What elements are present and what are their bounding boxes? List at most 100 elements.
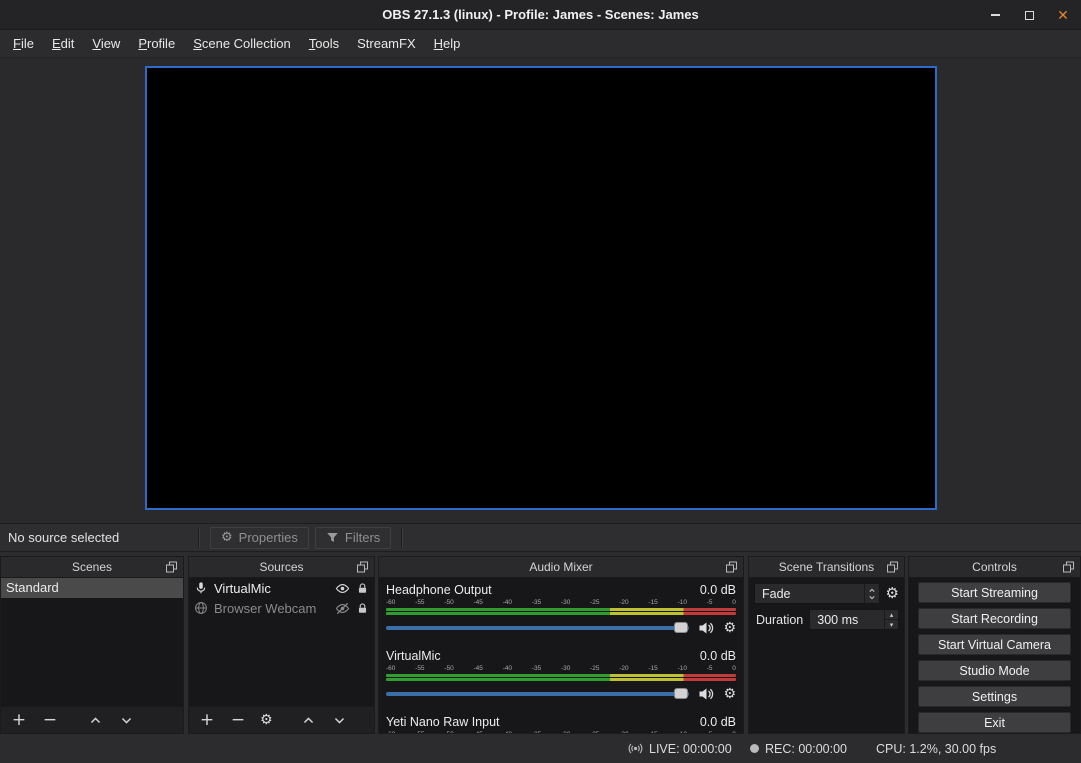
- start-recording-button[interactable]: Start Recording: [918, 608, 1071, 629]
- mixer-channel-name: VirtualMic: [386, 649, 441, 663]
- volume-slider-handle[interactable]: [674, 688, 688, 699]
- meter-tick-label: -55: [415, 599, 424, 607]
- sources-dock-header[interactable]: Sources: [189, 557, 374, 578]
- duration-label: Duration: [754, 613, 803, 627]
- combo-arrows-icon: [864, 584, 879, 603]
- duration-row: Duration 300 ms ▴ ▾: [754, 609, 899, 630]
- menu-file[interactable]: File: [4, 30, 43, 57]
- menu-profile[interactable]: Profile: [129, 30, 184, 57]
- popout-icon[interactable]: [887, 562, 898, 573]
- rec-status-group: REC: 00:00:00: [750, 734, 847, 763]
- live-icon: [628, 741, 643, 756]
- menu-view[interactable]: View: [83, 30, 129, 57]
- remove-scene-button[interactable]: −: [41, 711, 59, 729]
- source-up-button[interactable]: [300, 711, 318, 729]
- exit-button[interactable]: Exit: [918, 712, 1071, 733]
- titlebar[interactable]: OBS 27.1.3 (linux) - Profile: James - Sc…: [0, 0, 1081, 30]
- duration-spinbox[interactable]: 300 ms ▴ ▾: [809, 609, 899, 630]
- remove-source-button[interactable]: −: [229, 711, 247, 729]
- scene-row-standard[interactable]: Standard: [1, 578, 183, 598]
- menu-help[interactable]: Help: [425, 30, 470, 57]
- meter-tick-label: -35: [532, 665, 541, 673]
- meter-tick-label: -25: [590, 731, 599, 733]
- popout-icon[interactable]: [1063, 562, 1074, 573]
- meter-tick-label: -40: [503, 599, 512, 607]
- properties-label: Properties: [239, 530, 298, 545]
- mixer-channel-header: VirtualMic0.0 dB: [386, 648, 736, 664]
- meter-tick-label: -20: [619, 665, 628, 673]
- controls-dock: Controls Start StreamingStart RecordingS…: [908, 556, 1081, 734]
- source-row-virtualmic[interactable]: VirtualMic: [189, 578, 374, 598]
- volume-slider[interactable]: [386, 626, 689, 630]
- settings-button[interactable]: Settings: [918, 686, 1071, 707]
- controls-body: Start Streaming Start Recording Start Virt…: [909, 578, 1080, 733]
- scenes-dock-title: Scenes: [72, 560, 112, 574]
- meter-tick-label: -25: [590, 665, 599, 673]
- menu-streamfx[interactable]: StreamFX: [348, 30, 425, 57]
- controls-dock-header[interactable]: Controls: [909, 557, 1080, 578]
- meter-scale: -60-55-50-45-40-35-30-25-20-15-10-50: [386, 731, 736, 733]
- meter-tick-label: -5: [707, 731, 713, 733]
- audio-mixer-dock: Audio Mixer Headphone Output0.0 dB-60-55…: [378, 556, 744, 734]
- transition-select-row: Fade ⚙: [754, 583, 899, 604]
- close-button[interactable]: ✕: [1055, 0, 1071, 30]
- meter-bar: [386, 608, 736, 611]
- volume-slider[interactable]: [386, 692, 689, 696]
- maximize-button[interactable]: [1021, 0, 1037, 30]
- mixer-channel-virtualmic: VirtualMic0.0 dB-60-55-50-45-40-35-30-25…: [379, 644, 743, 705]
- scene-transitions-dock-header[interactable]: Scene Transitions: [749, 557, 904, 578]
- source-row-browser-webcam[interactable]: Browser Webcam: [189, 598, 374, 618]
- source-properties-button[interactable]: ⚙: [260, 713, 273, 727]
- menu-edit[interactable]: Edit: [43, 30, 83, 57]
- scene-transitions-body: Fade ⚙ Duration 300 ms ▴ ▾: [749, 578, 904, 733]
- menu-tools[interactable]: Tools: [300, 30, 348, 57]
- sources-dock-title: Sources: [259, 560, 303, 574]
- popout-icon[interactable]: [166, 562, 177, 573]
- popout-icon[interactable]: [726, 562, 737, 573]
- add-scene-button[interactable]: +: [10, 711, 28, 729]
- popout-icon[interactable]: [357, 562, 368, 573]
- studio-mode-button[interactable]: Studio Mode: [918, 660, 1071, 681]
- meter-tick-label: -15: [648, 599, 657, 607]
- meter-tick-label: -35: [532, 599, 541, 607]
- start-virtual-camera-button[interactable]: Start Virtual Camera: [918, 634, 1071, 655]
- audio-mixer-dock-header[interactable]: Audio Mixer: [379, 557, 743, 578]
- source-down-button[interactable]: [331, 711, 349, 729]
- mixer-channel-headphone-output: Headphone Output0.0 dB-60-55-50-45-40-35…: [379, 578, 743, 639]
- volume-meter: -60-55-50-45-40-35-30-25-20-15-10-50: [386, 599, 736, 615]
- lock-icon[interactable]: [356, 602, 369, 615]
- properties-button[interactable]: ⚙ Properties: [210, 527, 309, 549]
- eye-slash-icon[interactable]: [335, 601, 350, 616]
- volume-slider-handle[interactable]: [674, 622, 688, 633]
- speaker-icon[interactable]: [698, 686, 714, 702]
- docks-area: Scenes Standard + − Sources VirtualMicBr…: [0, 556, 1081, 734]
- meter-tick-label: -45: [473, 731, 482, 733]
- meter-tick-label: -60: [386, 731, 395, 733]
- scene-up-button[interactable]: [86, 711, 104, 729]
- eye-icon[interactable]: [335, 581, 350, 596]
- transition-properties-button[interactable]: ⚙: [886, 586, 899, 601]
- meter-tick-label: -10: [678, 665, 687, 673]
- menu-scene-collection[interactable]: Scene Collection: [184, 30, 300, 57]
- speaker-icon[interactable]: [698, 620, 714, 636]
- start-streaming-button[interactable]: Start Streaming: [918, 582, 1071, 603]
- scenes-dock-header[interactable]: Scenes: [1, 557, 183, 578]
- sources-toolbar: + − ⚙: [189, 706, 374, 733]
- filters-label: Filters: [345, 530, 380, 545]
- duration-up-button[interactable]: ▴: [885, 610, 898, 620]
- minimize-button[interactable]: [987, 0, 1003, 30]
- maximize-icon: [1025, 11, 1034, 20]
- transition-select[interactable]: Fade: [754, 583, 880, 604]
- scene-down-button[interactable]: [117, 711, 135, 729]
- lock-icon[interactable]: [356, 582, 369, 595]
- preview-canvas[interactable]: [145, 66, 937, 510]
- scene-transitions-dock-title: Scene Transitions: [779, 560, 874, 574]
- duration-down-button[interactable]: ▾: [885, 620, 898, 629]
- add-source-button[interactable]: +: [198, 711, 216, 729]
- meter-tick-label: -30: [561, 665, 570, 673]
- mixer-gear-icon[interactable]: ⚙: [723, 687, 736, 701]
- mixer-gear-icon[interactable]: ⚙: [723, 621, 736, 635]
- obs-window: OBS 27.1.3 (linux) - Profile: James - Sc…: [0, 0, 1081, 763]
- filters-button[interactable]: Filters: [315, 527, 391, 549]
- meter-tick-label: -20: [619, 599, 628, 607]
